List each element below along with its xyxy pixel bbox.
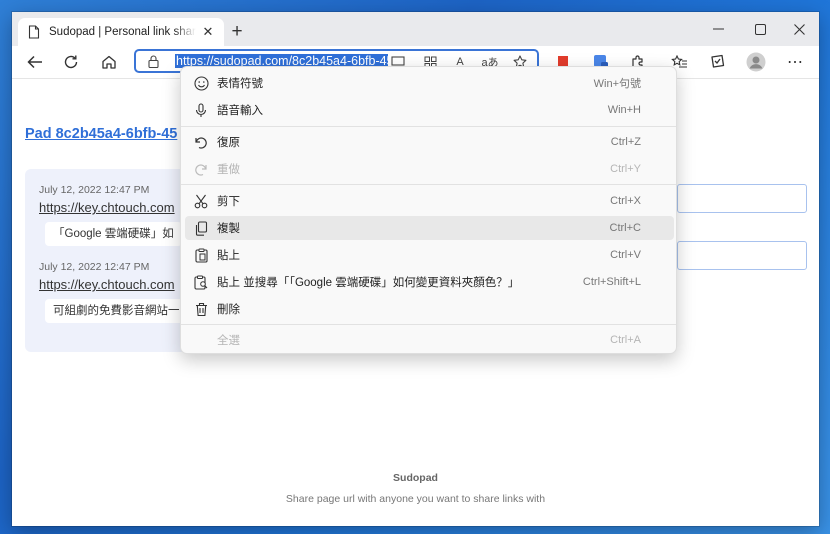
collections-icon[interactable]	[705, 50, 729, 74]
menu-item-paste-and-search[interactable]: 貼上 並搜尋「「Google 雲端硬碟」如何變更資料夾顏色？」 Ctrl+Shi…	[185, 270, 674, 294]
maximize-button[interactable]	[740, 12, 780, 46]
entry-date: July 12, 2022 12:47 PM	[39, 261, 150, 273]
menu-item-copy[interactable]: 複製 Ctrl+C	[185, 216, 674, 240]
refresh-button[interactable]	[59, 50, 83, 74]
menu-item-delete[interactable]: 刪除	[185, 297, 674, 321]
menu-item-emoji[interactable]: 表情符號 Win+句號	[185, 71, 674, 95]
lock-icon[interactable]	[142, 51, 164, 71]
entry-date: July 12, 2022 12:47 PM	[39, 184, 150, 196]
menu-item-cut[interactable]: 剪下 Ctrl+X	[185, 189, 674, 213]
links-card: July 12, 2022 12:47 PM https://key.chtou…	[25, 169, 195, 352]
entry-link[interactable]: https://key.chtouch.com	[39, 200, 175, 215]
menu-separator	[181, 184, 676, 185]
entry-description: 「Google 雲端硬碟」如	[45, 222, 182, 246]
pad-title-link[interactable]: Pad 8c2b45a4-6bfb-45	[25, 126, 177, 142]
tab-title: Sudopad | Personal link sharing t	[49, 26, 196, 38]
paste-search-icon	[191, 272, 211, 292]
home-button[interactable]	[97, 50, 121, 74]
page-favicon-icon	[26, 24, 42, 40]
entry-description: 可組劇的免費影音網站一	[45, 299, 188, 323]
profile-avatar[interactable]	[744, 50, 768, 74]
menu-separator	[181, 126, 676, 127]
trash-icon	[191, 299, 211, 319]
scissors-icon	[191, 191, 211, 211]
footer-title: Sudopad	[393, 472, 438, 484]
redo-icon	[191, 159, 211, 179]
entry-link[interactable]: https://key.chtouch.com	[39, 277, 175, 292]
emoji-icon	[191, 73, 211, 93]
title-bar: Sudopad | Personal link sharing t ✕ +	[12, 12, 819, 46]
menu-item-redo[interactable]: 重做 Ctrl+Y	[185, 157, 674, 181]
menu-item-voice-typing[interactable]: 語音輸入 Win+H	[185, 98, 674, 122]
browser-tab[interactable]: Sudopad | Personal link sharing t ✕	[18, 18, 224, 46]
more-menu-button[interactable]: ⋯	[783, 50, 807, 74]
undo-icon	[191, 132, 211, 152]
copy-icon	[191, 218, 211, 238]
url-input[interactable]	[677, 184, 807, 213]
menu-item-select-all[interactable]: 全選 Ctrl+A	[185, 328, 674, 352]
description-input[interactable]	[677, 241, 807, 270]
close-window-button[interactable]	[779, 12, 819, 46]
context-menu: 表情符號 Win+句號 語音輸入 Win+H 復原 Ctrl+Z 重做 Ctrl…	[180, 66, 677, 354]
minimize-button[interactable]	[698, 12, 738, 46]
tab-close-icon[interactable]: ✕	[200, 24, 216, 40]
microphone-icon	[191, 100, 211, 120]
back-button[interactable]	[23, 50, 47, 74]
menu-separator	[181, 324, 676, 325]
new-tab-button[interactable]: +	[226, 21, 248, 43]
menu-item-undo[interactable]: 復原 Ctrl+Z	[185, 130, 674, 154]
footer-subtitle: Share page url with anyone you want to s…	[285, 493, 546, 505]
menu-item-paste[interactable]: 貼上 Ctrl+V	[185, 243, 674, 267]
paste-icon	[191, 245, 211, 265]
